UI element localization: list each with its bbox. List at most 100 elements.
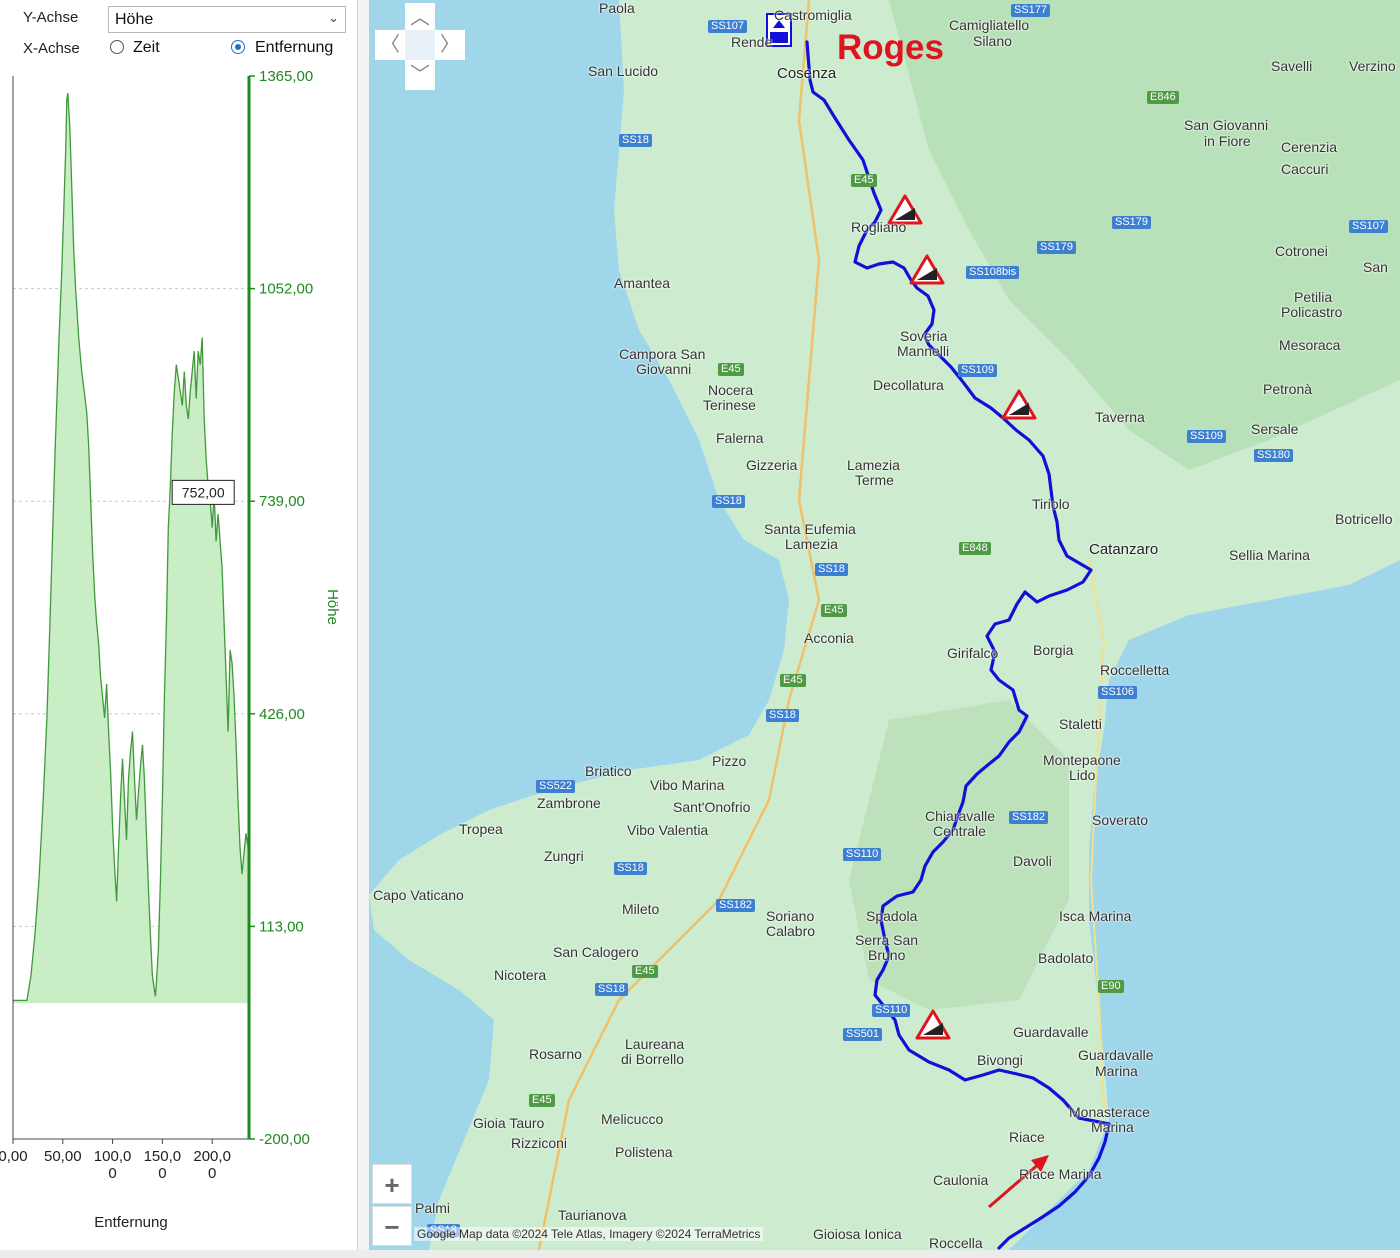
x-tick-label-line2: 0 [158,1165,166,1182]
road-shield: SS18 [619,134,652,147]
roges-marker-label: Roges [837,28,944,67]
place-label: Silano [973,33,1012,49]
place-label: Catanzaro [1089,541,1159,558]
place-label: Badolato [1038,950,1094,966]
place-label: Rosarno [529,1046,582,1062]
y-tick-label: 113,00 [259,918,304,935]
zoom-in-button[interactable]: + [372,1164,412,1204]
place-label: Pizzo [712,753,747,769]
map-canvas[interactable] [369,0,1400,1250]
road-shield: SS106 [1098,686,1138,699]
y-tick-label: 739,00 [259,493,305,510]
pan-down-button[interactable]: ﹀ [405,60,435,90]
chevron-down-icon: ﹀ [410,64,430,86]
place-label: Cotronei [1275,243,1328,259]
radio-entfernung[interactable] [231,40,245,54]
y-tick-label: -200,00 [259,1131,310,1148]
radio-zeit[interactable] [110,40,124,54]
place-label: Guardavalle [1013,1024,1089,1040]
place-label: Tropea [459,821,503,837]
y-tick-label: 1052,00 [259,281,313,298]
place-label: Camigliatello [949,17,1030,33]
road-shield: SS18 [712,495,745,508]
place-label: Calabro [766,923,816,939]
hotel-marker-bed [770,32,788,43]
radio-zeit-label: Zeit [133,39,160,56]
elevation-area [13,93,249,1004]
place-label: Spadola [866,908,918,924]
place-label: Petilia [1294,289,1333,305]
place-label: Falerna [716,430,764,446]
y-axis-select[interactable]: Höhe ⌄ [108,6,346,33]
place-label: Giovanni [636,361,692,377]
place-label: Serra San [855,932,919,948]
place-label: Soverato [1092,812,1149,828]
place-label: Cosenza [777,65,837,82]
place-label: Gizzeria [746,457,798,473]
place-label: Riace [1009,1129,1045,1145]
chevron-left-icon: 〈 [380,34,400,56]
place-label: Sant'Onofrio [673,799,751,815]
road-shield: SS177 [1011,4,1051,17]
place-label: Cerenzia [1281,139,1338,155]
place-label: Bivongi [977,1052,1023,1068]
place-label: Monasterace [1069,1104,1150,1120]
x-tick-label: 150,0 [144,1148,182,1165]
place-label: Nicotera [494,967,547,983]
road-shield: SS107 [1349,220,1389,233]
place-label: Isca Marina [1059,908,1132,924]
chevron-down-icon: ⌄ [328,10,339,25]
road-shield: SS182 [716,899,756,912]
road-shield: SS110 [843,848,882,861]
road-shield: SS110 [872,1004,911,1017]
road-shield: SS179 [1037,241,1077,254]
elevation-panel: Y-Achse Höhe ⌄ X-Achse Zeit Entfernung 1… [0,0,358,1258]
zoom-out-button[interactable]: − [372,1206,412,1246]
place-label: Zambrone [537,795,601,811]
place-label: Santa Eufemia [764,521,856,537]
road-shield: SS109 [958,364,998,377]
pan-right-button[interactable]: 〉 [435,30,465,60]
road-shield: E45 [718,363,744,376]
place-label: Guardavalle [1078,1047,1154,1063]
pan-up-button[interactable]: ︿ [405,3,435,33]
place-label: Castromiglia [774,7,852,23]
road-shield: E45 [780,674,806,687]
place-label: Roccella [929,1235,983,1251]
map-attribution: Google Map data ©2024 Tele Atlas, Imager… [414,1227,764,1241]
map-view[interactable]: Paola Castromiglia Camigliatello Silano Rend… [369,0,1400,1250]
x-tick-label-line2: 0 [208,1165,216,1182]
road-shield: SS501 [843,1028,883,1041]
road-shield: SS108bis [966,266,1020,279]
road-shield: E45 [821,604,847,617]
place-label: Davoli [1013,853,1052,869]
place-label: Soveria [900,328,948,344]
place-label: Bruno [868,947,906,963]
place-label: San Calogero [553,944,639,960]
x-tick-label: 100,0 [94,1148,132,1165]
place-label: Amantea [614,275,671,291]
place-label: di Borrello [621,1051,685,1067]
road-shield: E848 [959,542,991,555]
place-label: Rizziconi [511,1135,568,1151]
road-shield: E45 [529,1094,555,1107]
place-label: Marina [1091,1119,1134,1135]
place-label: Verzino [1349,58,1396,74]
place-label: San Giovanni [1184,117,1269,133]
x-axis-label: X-Achse [23,40,80,57]
road-shield: SS18 [614,862,647,875]
place-label: Riace Marina [1019,1166,1102,1182]
chevron-up-icon: ︿ [410,7,430,29]
road-shield: SS18 [766,709,799,722]
place-label: Chiaravalle [925,808,996,824]
road-shield: SS180 [1254,449,1294,462]
place-label: Rogliano [851,219,907,235]
place-label: Decollatura [873,377,944,393]
place-label: Laureana [625,1036,685,1052]
pan-left-button[interactable]: 〈 [375,30,405,60]
road-shield: E45 [632,965,658,978]
radio-entfernung-label: Entfernung [255,39,334,56]
place-label: Botricello [1335,511,1393,527]
place-label: Terme [855,472,894,488]
x-axis-title: Entfernung [94,1214,167,1231]
